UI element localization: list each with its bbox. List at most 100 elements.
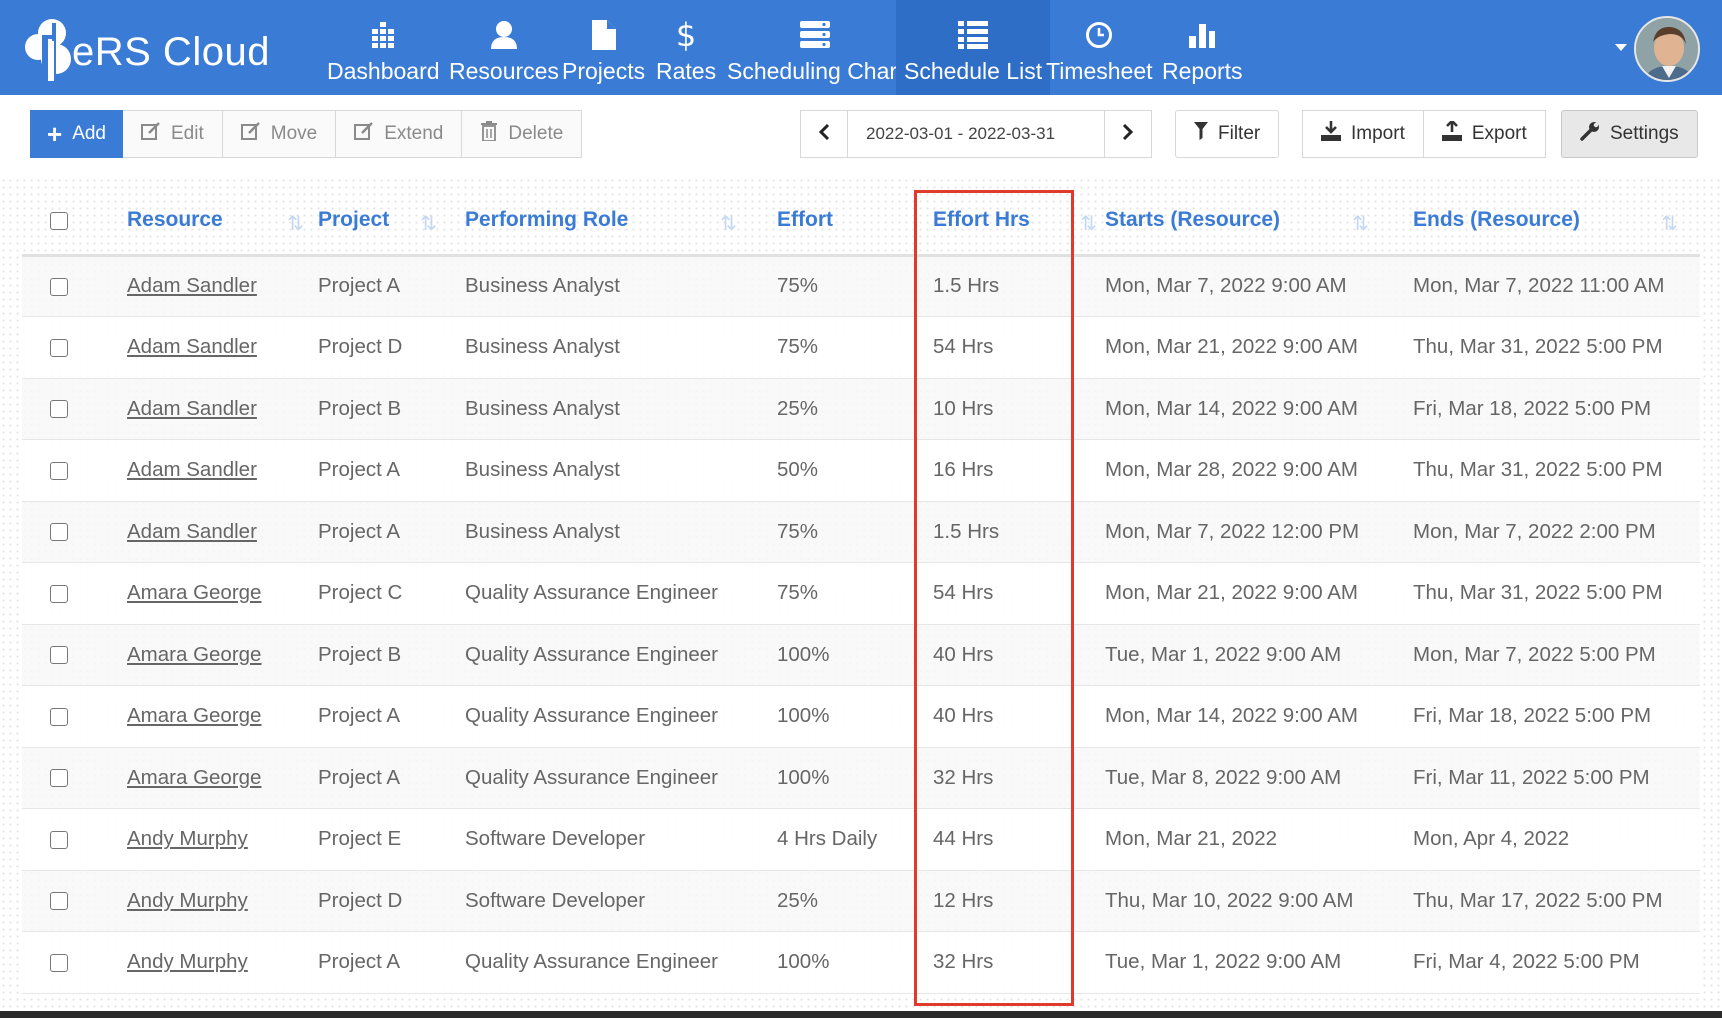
table-row[interactable]: Amara George Project A Quality Assurance E… bbox=[22, 747, 1700, 809]
row-checkbox[interactable] bbox=[50, 461, 68, 480]
row-checkbox[interactable] bbox=[50, 953, 68, 972]
nav-schedule-list[interactable]: Schedule List bbox=[896, 0, 1051, 95]
date-range-field[interactable]: 2022-03-01 - 2022-03-31 bbox=[848, 110, 1104, 158]
resource-link[interactable]: Adam Sandler bbox=[127, 397, 257, 420]
table-row[interactable]: Adam Sandler Project B Business Analyst 25%… bbox=[22, 378, 1700, 440]
cell-starts: Mon, Mar 21, 2022 9:00 AM bbox=[1105, 316, 1413, 379]
cell-performing-role: Quality Assurance Engineer bbox=[465, 624, 777, 686]
cell-starts: Mon, Mar 14, 2022 9:00 AM bbox=[1105, 685, 1413, 748]
row-checkbox[interactable] bbox=[50, 277, 68, 296]
extend-button[interactable]: Extend bbox=[336, 110, 463, 158]
select-all-checkbox[interactable] bbox=[50, 211, 68, 230]
resource-link[interactable]: Amara George bbox=[127, 643, 261, 666]
table-row[interactable]: Andy Murphy Project A Quality Assurance En… bbox=[22, 931, 1700, 994]
cell-resource: Andy Murphy bbox=[127, 870, 318, 932]
row-checkbox[interactable] bbox=[50, 646, 68, 665]
column-header-label: Resource bbox=[127, 208, 223, 232]
delete-button[interactable]: Delete bbox=[462, 110, 583, 158]
sort-icon[interactable]: ⇅ bbox=[420, 211, 437, 236]
table-body: Adam Sandler Project A Business Analyst 75%… bbox=[22, 255, 1700, 994]
cell-project: Project E bbox=[318, 808, 465, 871]
cell-effort-hrs: 1.5 Hrs bbox=[933, 501, 1105, 563]
nav-rates[interactable]: $ Rates bbox=[656, 16, 716, 86]
sort-icon[interactable]: ⇅ bbox=[1661, 211, 1678, 236]
nav-reports[interactable]: Reports bbox=[1162, 18, 1243, 86]
chevron-left-icon bbox=[818, 123, 830, 146]
nav-projects[interactable]: Projects bbox=[562, 18, 645, 86]
resource-link[interactable]: Adam Sandler bbox=[127, 458, 257, 481]
sort-icon[interactable]: ⇅ bbox=[1080, 211, 1097, 236]
resource-link[interactable]: Andy Murphy bbox=[127, 827, 248, 850]
nav-dashboard-label: Dashboard bbox=[327, 58, 440, 84]
row-checkbox[interactable] bbox=[50, 400, 68, 419]
column-header-effort-hrs[interactable]: Effort Hrs ⇅ bbox=[933, 187, 1105, 257]
cell-project: Project A bbox=[318, 255, 465, 317]
previous-period-button[interactable] bbox=[800, 110, 848, 158]
settings-button[interactable]: Settings bbox=[1561, 110, 1698, 158]
cell-performing-role: Quality Assurance Engineer bbox=[465, 685, 777, 748]
table-row[interactable]: Adam Sandler Project A Business Analyst 75%… bbox=[22, 501, 1700, 563]
table-row[interactable]: Amara George Project C Quality Assurance E… bbox=[22, 562, 1700, 625]
import-button[interactable]: Import bbox=[1302, 110, 1424, 158]
sort-icon[interactable]: ⇅ bbox=[1352, 211, 1369, 236]
sort-icon[interactable]: ⇅ bbox=[287, 211, 304, 236]
column-header-performing-role[interactable]: Performing Role ⇅ bbox=[465, 187, 777, 257]
row-checkbox[interactable] bbox=[50, 338, 68, 357]
resource-link[interactable]: Adam Sandler bbox=[127, 335, 257, 358]
nav-dashboard[interactable]: Dashboard bbox=[327, 18, 440, 86]
row-checkbox[interactable] bbox=[50, 892, 68, 911]
edit-button[interactable]: Edit bbox=[123, 110, 223, 158]
nav-scheduling-chart[interactable]: Scheduling Chart bbox=[727, 18, 903, 86]
table-row[interactable]: Andy Murphy Project D Software Developer 25… bbox=[22, 870, 1700, 932]
column-header-ends-resource[interactable]: Ends (Resource) ⇅ bbox=[1413, 187, 1700, 257]
table-row[interactable]: Adam Sandler Project A Business Analyst 50%… bbox=[22, 439, 1700, 502]
nav-resources[interactable]: Resources bbox=[449, 18, 559, 86]
column-header-starts-resource[interactable]: Starts (Resource) ⇅ bbox=[1105, 187, 1413, 257]
resource-link[interactable]: Amara George bbox=[127, 704, 261, 727]
column-header-effort[interactable]: Effort bbox=[777, 187, 933, 257]
table-row[interactable]: Adam Sandler Project A Business Analyst 75%… bbox=[22, 255, 1700, 317]
move-icon bbox=[240, 121, 261, 147]
nav-timesheet-label: Timesheet bbox=[1046, 58, 1153, 84]
import-icon bbox=[1321, 121, 1341, 147]
user-icon bbox=[489, 18, 519, 52]
row-checkbox[interactable] bbox=[50, 830, 68, 849]
move-button[interactable]: Move bbox=[222, 110, 337, 158]
resource-link[interactable]: Andy Murphy bbox=[127, 889, 248, 912]
user-avatar[interactable] bbox=[1634, 16, 1700, 82]
edit-icon bbox=[141, 121, 161, 147]
row-checkbox[interactable] bbox=[50, 707, 68, 726]
resource-link[interactable]: Andy Murphy bbox=[127, 950, 248, 973]
sort-icon[interactable]: ⇅ bbox=[720, 211, 737, 236]
column-header-label: Performing Role bbox=[465, 208, 629, 232]
table-row[interactable]: Andy Murphy Project E Software Developer 4 … bbox=[22, 808, 1700, 871]
dollar-icon: $ bbox=[675, 16, 697, 54]
resource-link[interactable]: Adam Sandler bbox=[127, 520, 257, 543]
column-header-project[interactable]: Project ⇅ bbox=[318, 187, 465, 257]
table-row[interactable]: Amara George Project B Quality Assurance E… bbox=[22, 624, 1700, 686]
row-checkbox[interactable] bbox=[50, 769, 68, 788]
nav-timesheet[interactable]: Timesheet bbox=[1046, 18, 1153, 86]
cell-performing-role: Business Analyst bbox=[465, 255, 777, 317]
row-checkbox[interactable] bbox=[50, 523, 68, 542]
cell-performing-role: Quality Assurance Engineer bbox=[465, 562, 777, 625]
filter-button[interactable]: Filter bbox=[1175, 110, 1280, 158]
resource-link[interactable]: Amara George bbox=[127, 581, 261, 604]
cell-effort: 100% bbox=[777, 747, 933, 809]
table-row[interactable]: Amara George Project A Quality Assurance E… bbox=[22, 685, 1700, 748]
cell-starts: Tue, Mar 1, 2022 9:00 AM bbox=[1105, 624, 1413, 686]
select-all-cell bbox=[22, 187, 127, 257]
resource-link[interactable]: Adam Sandler bbox=[127, 274, 257, 297]
export-button[interactable]: Export bbox=[1423, 110, 1546, 158]
cell-project: Project A bbox=[318, 439, 465, 502]
next-period-button[interactable] bbox=[1104, 110, 1152, 158]
table-row[interactable]: Adam Sandler Project D Business Analyst 75%… bbox=[22, 316, 1700, 379]
column-header-resource[interactable]: Resource ⇅ bbox=[127, 187, 318, 257]
row-checkbox[interactable] bbox=[50, 584, 68, 603]
resource-link[interactable]: Amara George bbox=[127, 766, 261, 789]
add-button[interactable]: + Add bbox=[30, 110, 123, 158]
cell-effort-hrs: 44 Hrs bbox=[933, 808, 1105, 871]
cell-resource: Amara George bbox=[127, 747, 318, 809]
user-menu-caret-icon[interactable] bbox=[1615, 44, 1627, 51]
app-logo[interactable]: eRS Cloud bbox=[22, 14, 270, 82]
